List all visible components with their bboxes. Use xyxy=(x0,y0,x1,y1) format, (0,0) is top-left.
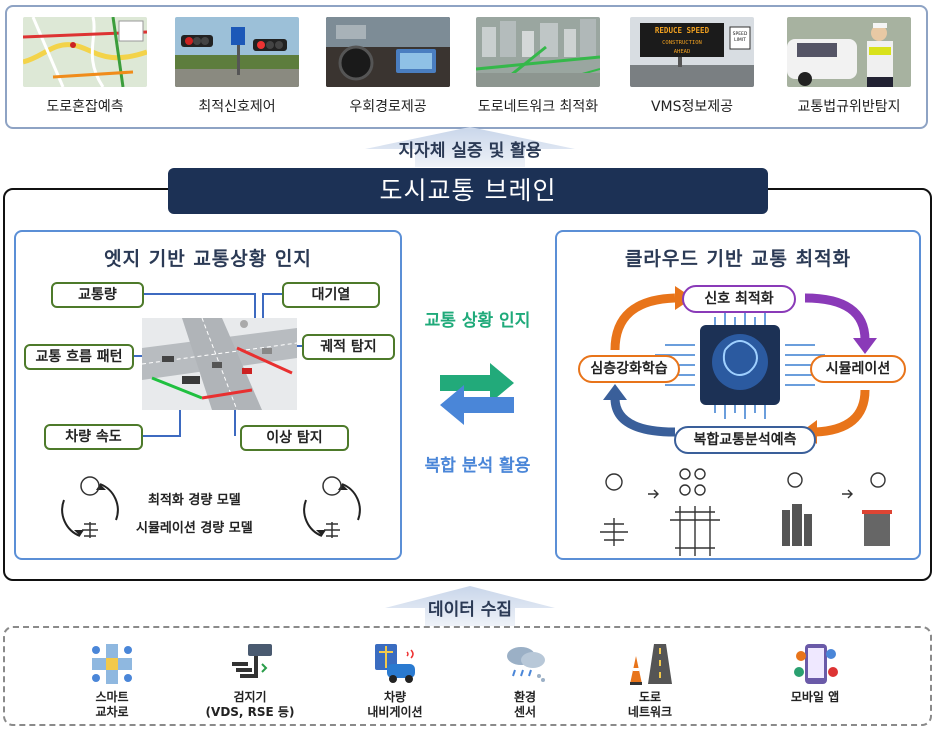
data-collection-panel: 스마트 교차로 검지기 (VDS, RSE 등) 차량 내비게이션 환경 센서 … xyxy=(3,626,932,726)
car-navigation-thumbnail xyxy=(326,17,450,87)
center-label-recognition: 교통 상황 인지 xyxy=(424,311,531,331)
road-network-icon xyxy=(626,642,674,686)
model-cycle-icon xyxy=(61,476,119,538)
vehicle-navigation-icon xyxy=(371,642,419,686)
node-signal-optimization: 신호 최적화 xyxy=(682,285,796,313)
data-source-item: 모바일 앱 xyxy=(750,642,880,705)
app-detour-route: 우회경로제공 xyxy=(318,17,458,125)
data-source-item: 도로 네트워크 xyxy=(585,642,715,720)
speed-sign-line-2: LIMIT xyxy=(734,37,746,43)
node-complex-analysis: 복합교통분석예측 xyxy=(674,426,816,454)
city-road-network-thumbnail xyxy=(476,17,600,87)
label-flow-pattern: 교통 흐름 패턴 xyxy=(24,344,134,370)
vms-sign-thumbnail: REDUCE SPEED CONSTRUCTION AHEAD SPEED LI… xyxy=(630,17,754,87)
application-section-label: 지자체 실증 및 활용 xyxy=(398,141,542,161)
leader-line xyxy=(143,435,180,437)
app-congestion-prediction: 도로혼잡예측 xyxy=(15,17,155,125)
leader-line xyxy=(144,293,254,295)
data-source-label: 차량 내비게이션 xyxy=(367,690,423,719)
label-vehicle-speed: 차량 속도 xyxy=(44,424,143,450)
data-source-label: 스마트 교차로 xyxy=(95,690,129,719)
node-simulation: 시뮬레이션 xyxy=(810,355,906,383)
detector-camera-icon xyxy=(226,642,274,686)
smart-intersection-icon xyxy=(88,642,136,686)
police-enforcement-thumbnail xyxy=(787,17,911,87)
center-label-analysis: 복합 분석 활용 xyxy=(424,456,531,476)
vms-line-2: CONSTRUCTION xyxy=(662,40,702,46)
app-label: VMS정보제공 xyxy=(650,99,734,115)
app-road-network-optimization: 도로네트워크 최적화 xyxy=(468,17,608,125)
traffic-map-thumbnail xyxy=(23,17,147,87)
applications-panel: 도로혼잡예측 최적신호제어 우회경로제공 도로네트워크 최적화 REDUCE S… xyxy=(5,5,928,129)
leader-line xyxy=(254,293,256,319)
label-traffic-volume: 교통량 xyxy=(51,282,144,308)
edge-panel-title: 엣지 기반 교통상황 인지 xyxy=(104,248,312,270)
data-source-item: 스마트 교차로 xyxy=(47,642,177,720)
data-collection-arrow-band: 데이터 수집 xyxy=(385,586,555,626)
scaling-illustration xyxy=(600,468,892,556)
model-line-simulation: 시뮬레이션 경량 모델 xyxy=(136,521,253,536)
app-label: 최적신호제어 xyxy=(198,99,276,115)
mobile-app-icon xyxy=(791,642,839,686)
cloud-panel-title: 클라우드 기반 교통 최적화 xyxy=(624,248,852,270)
data-source-item: 환경 센서 xyxy=(460,642,590,720)
model-cycle-icon xyxy=(303,476,361,538)
app-vms-info: REDUCE SPEED CONSTRUCTION AHEAD SPEED LI… xyxy=(622,17,762,125)
vms-line-1: REDUCE SPEED xyxy=(655,26,710,35)
traffic-signal-thumbnail xyxy=(175,17,299,87)
app-label: 우회경로제공 xyxy=(349,99,427,115)
label-queue: 대기열 xyxy=(282,282,380,308)
weather-sensor-icon xyxy=(501,642,549,686)
data-source-item: 검지기 (VDS, RSE 등) xyxy=(185,642,315,720)
app-label: 도로혼잡예측 xyxy=(46,99,124,115)
label-anomaly-detection: 이상 탐지 xyxy=(240,425,349,451)
data-collection-label: 데이터 수집 xyxy=(427,600,513,620)
data-source-label: 도로 네트워크 xyxy=(627,690,673,719)
bidirectional-arrows-icon xyxy=(440,363,514,425)
data-source-label: 모바일 앱 xyxy=(790,690,840,704)
app-label: 도로네트워크 최적화 xyxy=(477,99,599,115)
data-source-item: 차량 내비게이션 xyxy=(330,642,460,720)
speed-sign-line-1: SPEED xyxy=(733,31,748,37)
data-source-label: 환경 센서 xyxy=(513,690,537,719)
upward-arrow-band: 지자체 실증 및 활용 xyxy=(365,127,575,167)
intersection-3d-image xyxy=(142,318,297,410)
app-signal-control: 최적신호제어 xyxy=(167,17,307,125)
leader-line xyxy=(262,293,282,295)
vms-line-3: AHEAD xyxy=(674,49,691,55)
model-line-optimization: 최적화 경량 모델 xyxy=(148,493,241,508)
label-trajectory-detection: 궤적 탐지 xyxy=(302,334,395,360)
node-deep-rl: 심층강화학습 xyxy=(578,355,680,383)
brain-title: 도시교통 브레인 xyxy=(168,168,768,214)
app-label: 교통법규위반탐지 xyxy=(797,99,901,115)
data-source-label: 검지기 (VDS, RSE 등) xyxy=(205,690,295,719)
app-violation-detection: 교통법규위반탐지 xyxy=(779,17,919,125)
